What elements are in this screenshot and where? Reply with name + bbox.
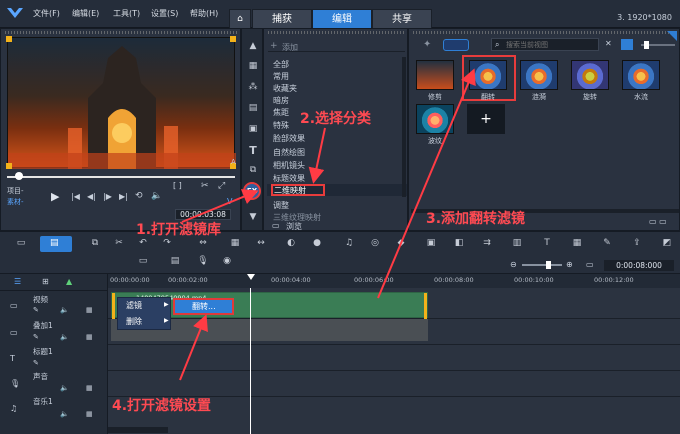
annotation-step-4: 4.打开滤镜设置 bbox=[112, 398, 212, 414]
annotation-arrows bbox=[179, 68, 476, 381]
annotation-step-3: 3.添加翻转滤镜 bbox=[426, 211, 526, 227]
annotation-step-2: 2.选择分类 bbox=[300, 111, 372, 127]
annotation-step-1: 1.打开滤镜库 bbox=[136, 222, 222, 238]
